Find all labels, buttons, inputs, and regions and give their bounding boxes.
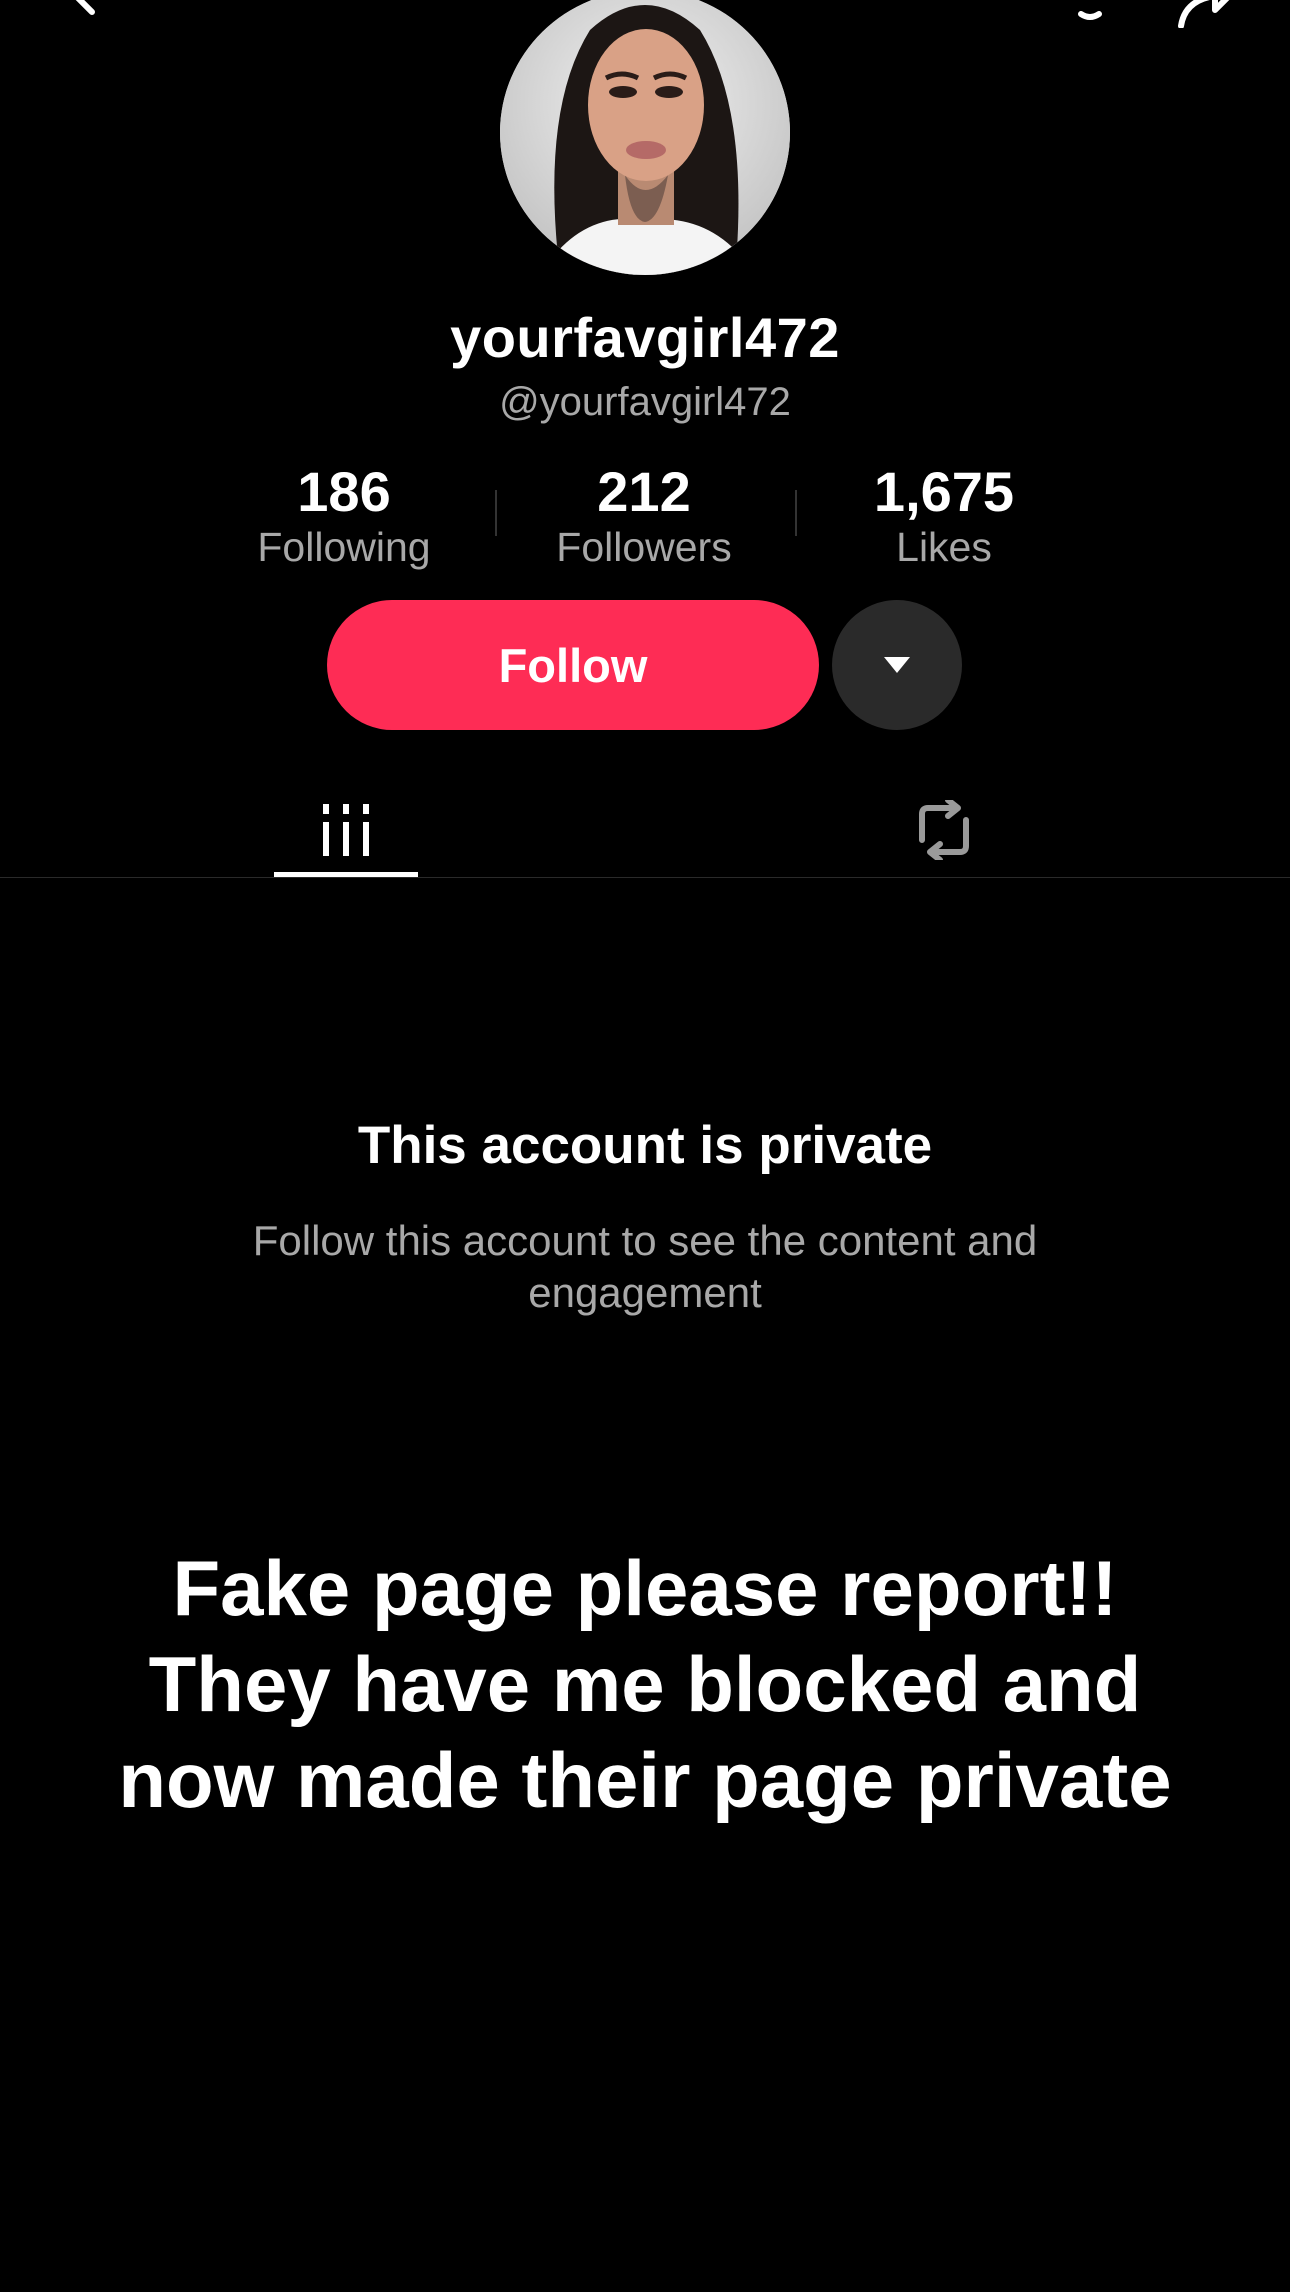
tab-videos[interactable] [274,780,418,880]
tabs-divider [0,877,1290,878]
stat-following[interactable]: 186 Following [194,460,494,570]
caption-line: They have me blocked and [148,1640,1142,1728]
tab-reposts[interactable] [872,780,1016,880]
back-chevron-icon[interactable] [60,0,110,20]
overlay-caption: Fake page please report!! They have me b… [60,1540,1230,1828]
caret-down-icon [884,657,910,673]
grid-icon [323,804,369,856]
following-count: 186 [297,460,391,523]
followers-count: 212 [597,460,691,523]
repost-icon [919,800,969,860]
followers-label: Followers [556,524,732,570]
likes-label: Likes [896,524,992,570]
caption-line: Fake page please report!! [172,1544,1118,1632]
follow-button[interactable]: Follow [327,600,819,730]
bell-icon[interactable] [1055,0,1125,28]
stat-followers[interactable]: 212 Followers [494,460,794,570]
more-options-button[interactable] [832,600,962,730]
private-account-subtitle: Follow this account to see the content a… [252,1217,1038,1316]
caption-line: now made their page private [118,1736,1172,1824]
stat-likes[interactable]: 1,675 Likes [794,460,1094,570]
share-icon[interactable] [1175,0,1245,29]
display-name: yourfavgirl472 [450,306,840,369]
avatar[interactable] [500,0,790,275]
likes-count: 1,675 [873,460,1015,523]
username-handle: @yourfavgirl472 [499,380,791,424]
following-label: Following [257,524,431,570]
private-account-title: This account is private [357,1116,933,1175]
